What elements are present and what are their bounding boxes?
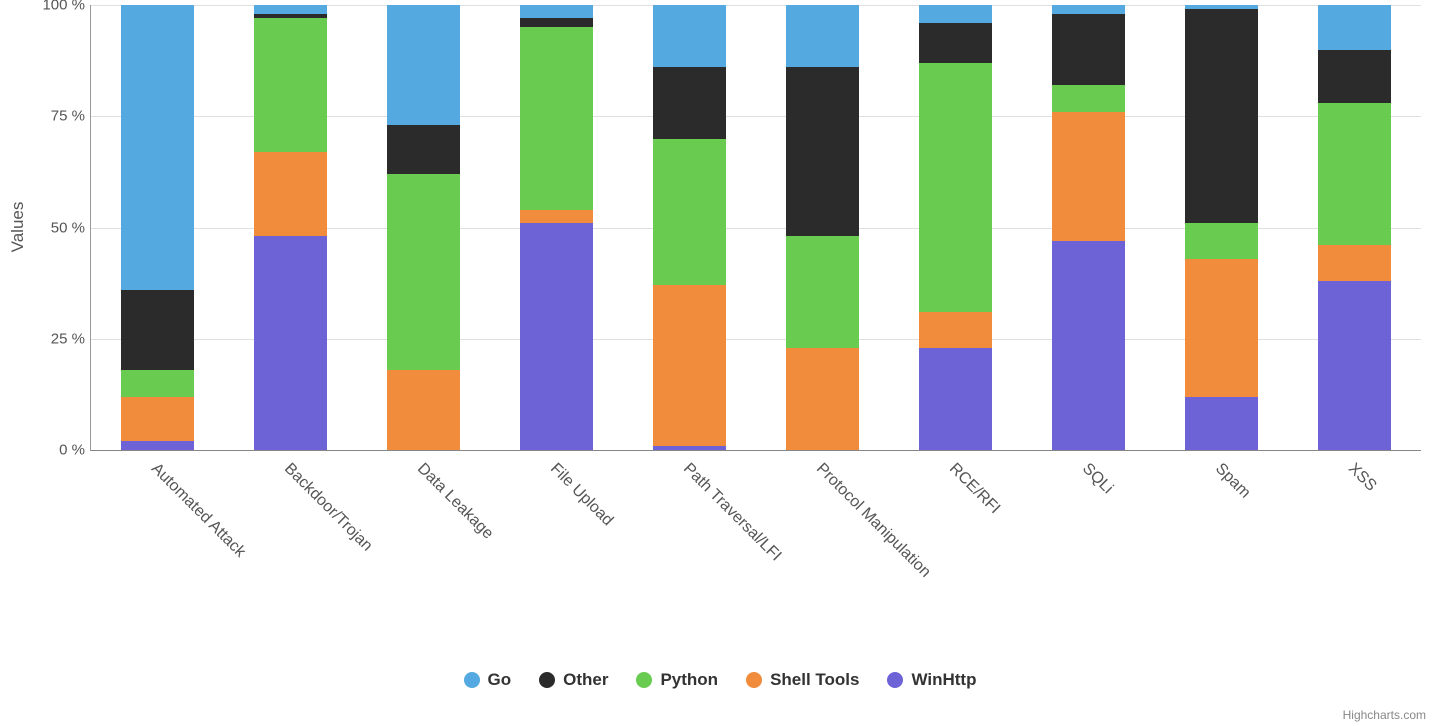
bar-segment[interactable]	[520, 210, 593, 223]
legend-swatch-icon	[746, 672, 762, 688]
bar-group	[520, 5, 593, 450]
y-tick-label: 25 %	[15, 330, 85, 347]
x-tick-label: XSS	[1344, 460, 1379, 495]
y-tick-label: 0 %	[15, 442, 85, 459]
bar-segment[interactable]	[1185, 223, 1258, 259]
bar-segment[interactable]	[919, 5, 992, 23]
bar-segment[interactable]	[121, 290, 194, 370]
bar-segment[interactable]	[786, 67, 859, 236]
gridline	[91, 450, 1421, 451]
bar-segment[interactable]	[121, 441, 194, 450]
bar-segment[interactable]	[1318, 50, 1391, 103]
legend-item[interactable]: Shell Tools	[746, 670, 859, 690]
bar-segment[interactable]	[1185, 259, 1258, 397]
bar-segment[interactable]	[1318, 245, 1391, 281]
bar-group	[1185, 5, 1258, 450]
legend-label: Go	[488, 670, 512, 690]
bar-segment[interactable]	[919, 23, 992, 63]
x-tick-label: RCE/RFI	[945, 460, 1003, 518]
legend-swatch-icon	[887, 672, 903, 688]
bar-segment[interactable]	[387, 125, 460, 174]
legend-swatch-icon	[636, 672, 652, 688]
bar-segment[interactable]	[1185, 9, 1258, 223]
bar-segment[interactable]	[1052, 112, 1125, 241]
chart-plot-area	[90, 5, 1421, 451]
bar-segment[interactable]	[653, 446, 726, 450]
bar-segment[interactable]	[387, 5, 460, 125]
bar-group	[786, 5, 859, 450]
bar-segment[interactable]	[786, 5, 859, 67]
x-tick-label: Backdoor/Trojan	[280, 460, 375, 555]
bar-segment[interactable]	[1318, 281, 1391, 450]
bar-segment[interactable]	[121, 5, 194, 290]
bar-segment[interactable]	[254, 152, 327, 237]
bar-segment[interactable]	[254, 236, 327, 450]
x-tick-label: SQLi	[1078, 460, 1116, 498]
bar-group	[1052, 5, 1125, 450]
legend-label: Shell Tools	[770, 670, 859, 690]
legend-label: Python	[660, 670, 718, 690]
legend-item[interactable]: WinHttp	[887, 670, 976, 690]
bar-group	[254, 5, 327, 450]
bar-segment[interactable]	[1052, 5, 1125, 14]
bar-segment[interactable]	[520, 5, 593, 18]
bar-segment[interactable]	[121, 397, 194, 442]
y-tick-label: 75 %	[15, 108, 85, 125]
x-tick-label: Protocol Manipulation	[812, 460, 934, 582]
bar-segment[interactable]	[254, 5, 327, 14]
legend: Go Other Python Shell Tools WinHttp	[0, 670, 1440, 690]
legend-item[interactable]: Go	[464, 670, 512, 690]
bar-group	[121, 5, 194, 450]
bar-segment[interactable]	[653, 285, 726, 445]
bar-segment[interactable]	[1052, 241, 1125, 450]
bar-segment[interactable]	[919, 312, 992, 348]
x-tick-label: Spam	[1211, 460, 1253, 502]
bar-segment[interactable]	[254, 18, 327, 152]
x-tick-label: Path Traversal/LFI	[679, 460, 784, 565]
legend-swatch-icon	[464, 672, 480, 688]
bar-segment[interactable]	[653, 139, 726, 286]
bar-segment[interactable]	[520, 223, 593, 450]
bar-segment[interactable]	[1318, 103, 1391, 245]
x-tick-label: Automated Attack	[147, 460, 248, 561]
bar-group	[919, 5, 992, 450]
bar-segment[interactable]	[786, 236, 859, 347]
bar-segment[interactable]	[520, 27, 593, 209]
credits-link[interactable]: Highcharts.com	[1343, 708, 1426, 722]
bar-segment[interactable]	[919, 63, 992, 312]
bar-segment[interactable]	[387, 370, 460, 450]
bars-layer	[91, 5, 1421, 450]
bar-group	[1318, 5, 1391, 450]
legend-swatch-icon	[539, 672, 555, 688]
bar-segment[interactable]	[1185, 397, 1258, 450]
x-tick-label: Data Leakage	[413, 460, 496, 543]
bar-group	[653, 5, 726, 450]
bar-segment[interactable]	[653, 67, 726, 138]
bar-segment[interactable]	[1052, 14, 1125, 85]
legend-item[interactable]: Other	[539, 670, 608, 690]
bar-segment[interactable]	[786, 348, 859, 450]
legend-label: Other	[563, 670, 608, 690]
bar-group	[387, 5, 460, 450]
legend-label: WinHttp	[911, 670, 976, 690]
bar-segment[interactable]	[1052, 85, 1125, 112]
x-tick-label: File Upload	[546, 460, 616, 530]
bar-segment[interactable]	[520, 18, 593, 27]
bar-segment[interactable]	[387, 174, 460, 370]
y-tick-label: 50 %	[15, 219, 85, 236]
bar-segment[interactable]	[121, 370, 194, 397]
legend-item[interactable]: Python	[636, 670, 718, 690]
bar-segment[interactable]	[919, 348, 992, 450]
bar-segment[interactable]	[653, 5, 726, 67]
bar-segment[interactable]	[1318, 5, 1391, 50]
y-tick-label: 100 %	[15, 0, 85, 14]
